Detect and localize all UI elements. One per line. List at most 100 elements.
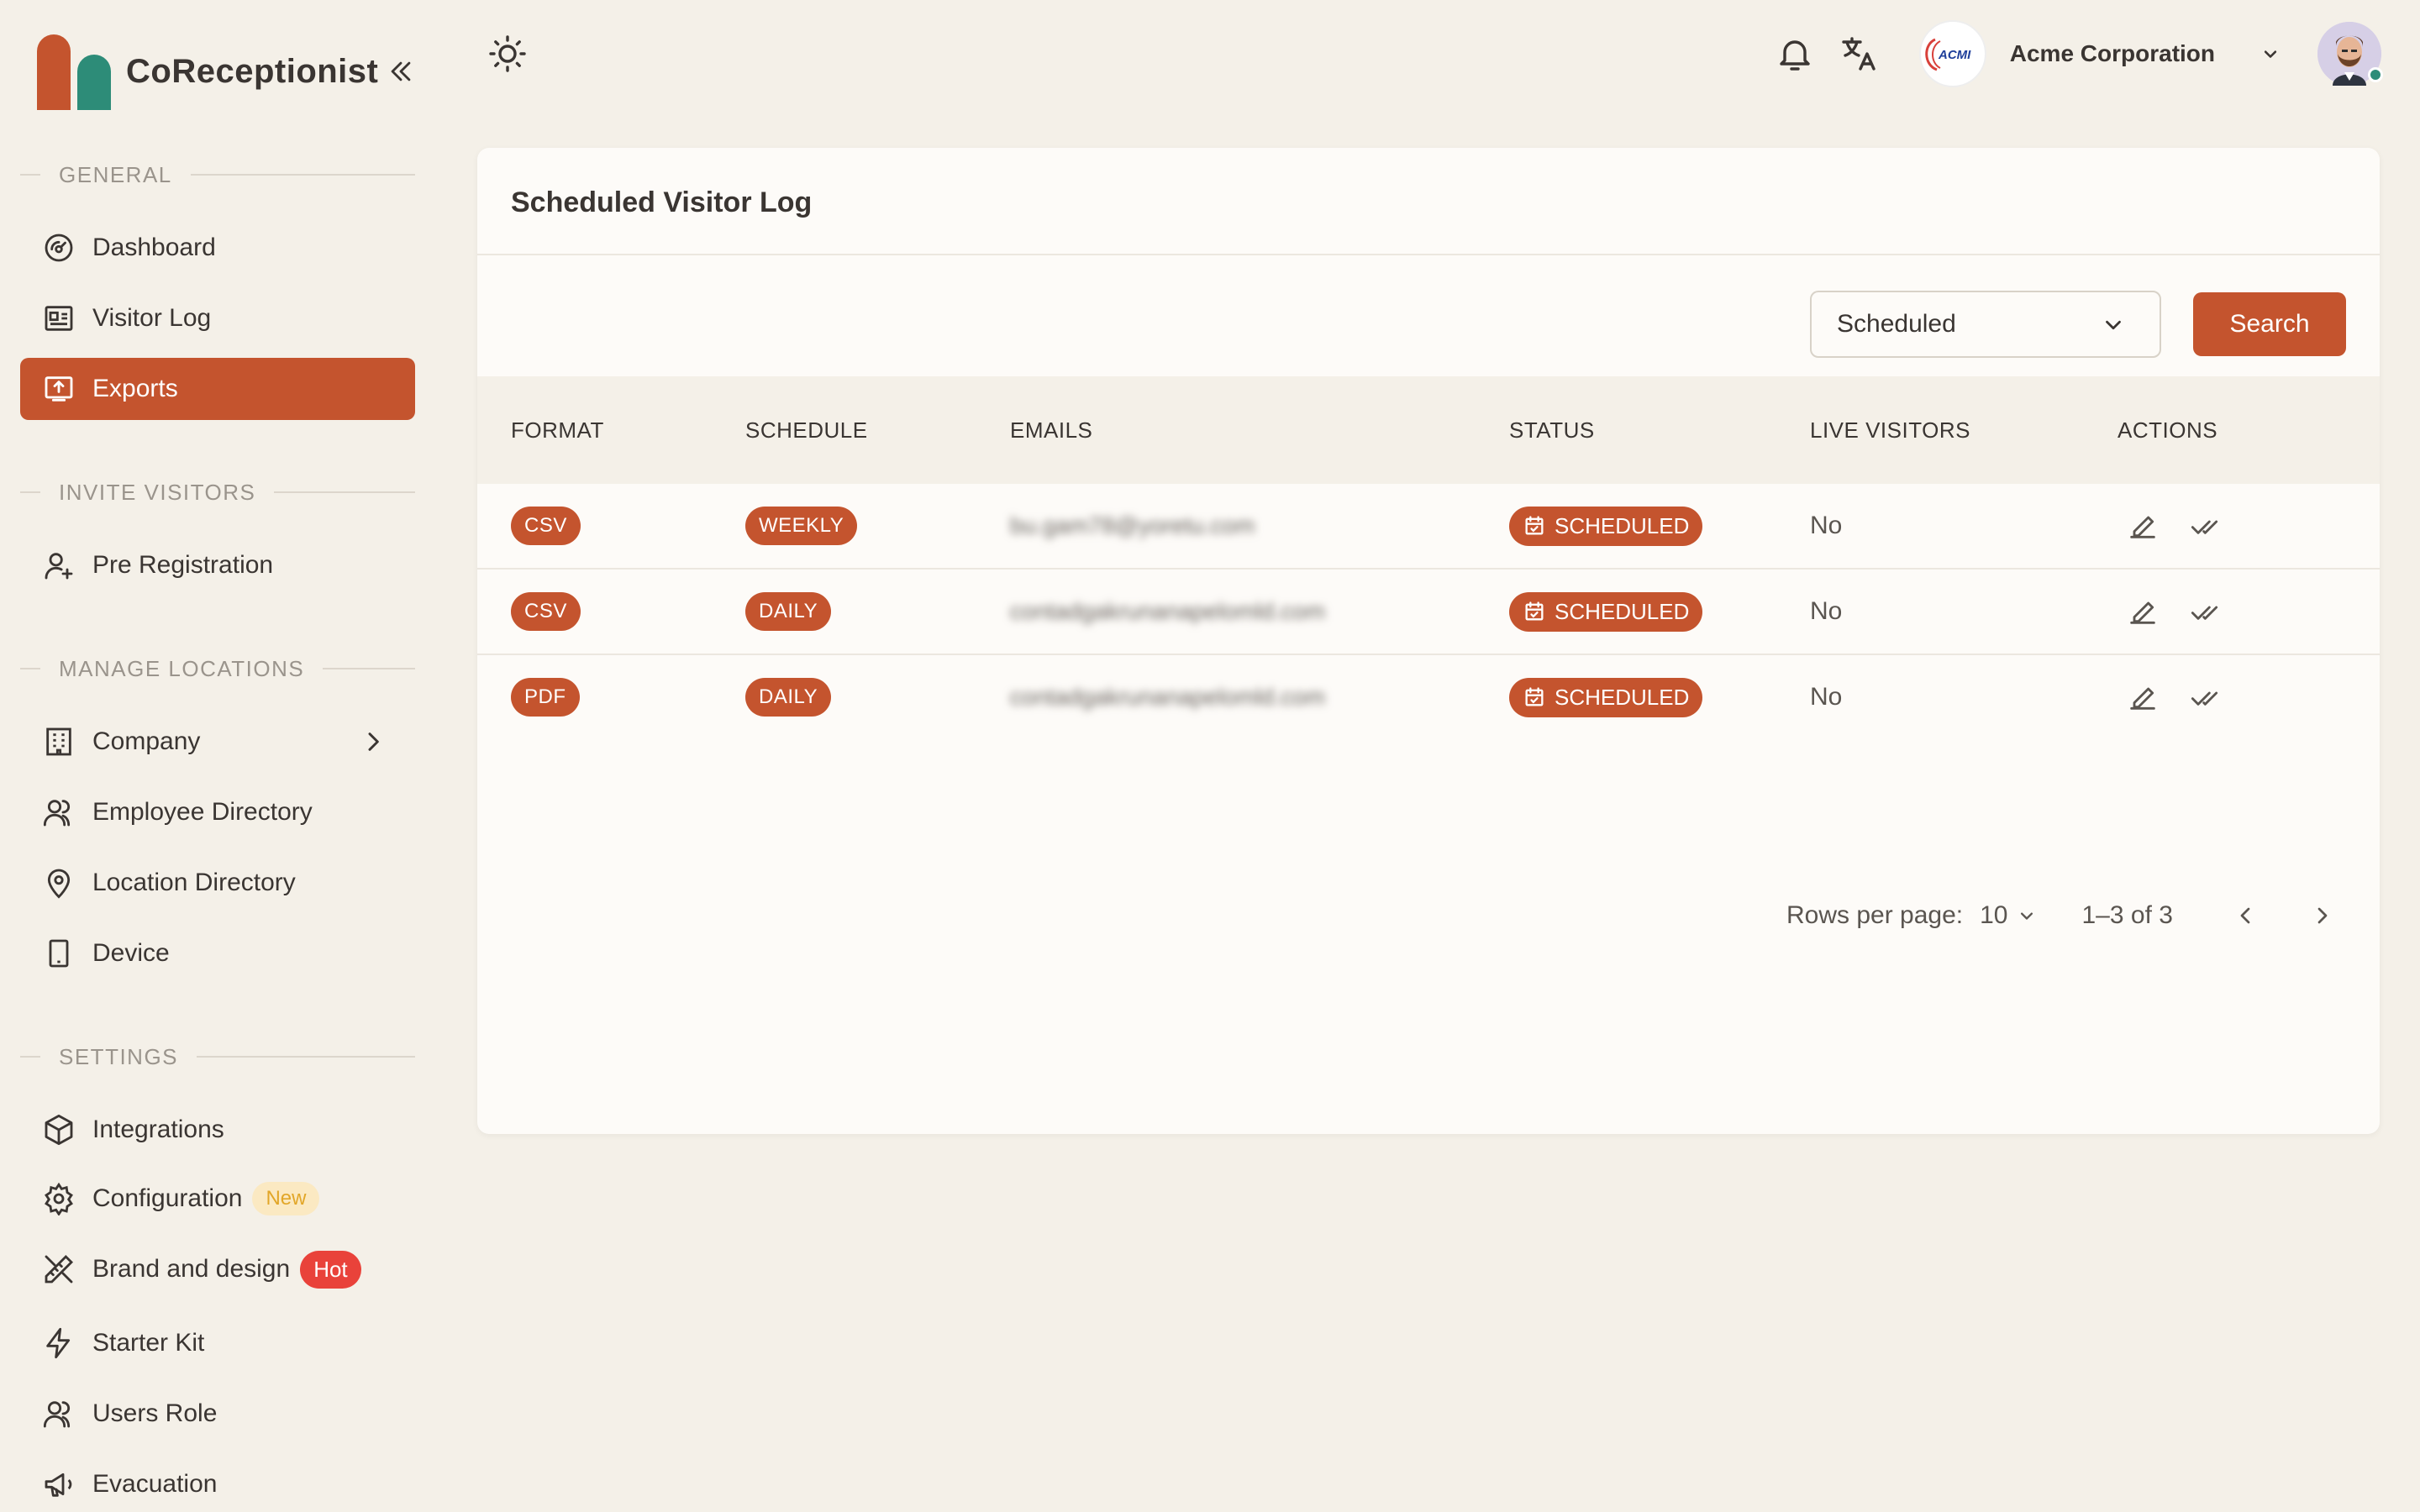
sidebar-item-exports[interactable]: Exports — [20, 358, 415, 420]
hexagon-icon — [45, 1114, 73, 1146]
status-text: SCHEDULED — [1555, 512, 1690, 538]
building-icon — [46, 727, 71, 756]
table-row: PDF DAILY contadgakrunanapelomld.com SCH… — [477, 655, 2380, 741]
chevron-right-icon[interactable] — [2309, 902, 2336, 929]
format-chip: CSV — [511, 507, 581, 545]
status-text: SCHEDULED — [1555, 598, 1690, 624]
organization-logo[interactable]: ACMI — [1918, 20, 1986, 87]
sidebar-item-pre-registration[interactable]: Pre Registration — [20, 534, 415, 596]
status-filter-value: Scheduled — [1837, 310, 1956, 338]
chevron-down-icon — [2106, 320, 2121, 330]
collapse-sidebar-icon[interactable] — [387, 57, 415, 86]
sidebar-item-label: Visitor Log — [92, 304, 212, 332]
section-settings: SETTINGS — [20, 1042, 415, 1072]
section-manage-locations: MANAGE LOCATIONS — [20, 654, 415, 684]
sidebar-item-label: Configuration — [92, 1184, 243, 1212]
bell-icon[interactable] — [1775, 34, 1815, 74]
sidebar-item-integrations[interactable]: Integrations — [20, 1099, 415, 1161]
schedule-chip: DAILY — [745, 678, 832, 717]
sidebar-item-label: Dashboard — [92, 234, 216, 261]
location-pin-icon — [47, 869, 71, 899]
brand: CoReceptionist — [37, 32, 415, 111]
table-row: CSV DAILY contadgakrunanapelomld.com SCH… — [477, 570, 2380, 655]
format-chip: CSV — [511, 592, 581, 631]
sidebar-item-starter-kit[interactable]: Starter Kit — [20, 1312, 415, 1374]
edit-pencil-icon[interactable] — [2126, 509, 2160, 543]
status-badge: SCHEDULED — [1509, 591, 1703, 632]
scheduled-visitor-log-card: Scheduled Visitor Log Scheduled Search F… — [477, 148, 2380, 1134]
format-chip: PDF — [511, 678, 580, 717]
calendar-icon — [1525, 516, 1544, 535]
online-status-dot — [2368, 67, 2383, 82]
sidebar-item-brand-and-design[interactable]: Brand and design Hot — [20, 1238, 415, 1300]
brush-ruler-icon — [45, 1254, 74, 1284]
sidebar-item-dashboard[interactable]: Dashboard — [20, 217, 415, 279]
sidebar-item-label: Starter Kit — [92, 1329, 205, 1357]
sidebar-item-evacuation[interactable]: Evacuation — [20, 1453, 415, 1512]
sidebar-item-users-role[interactable]: Users Role — [20, 1383, 415, 1445]
user-avatar[interactable] — [2317, 22, 2383, 86]
page-title: Scheduled Visitor Log — [511, 186, 813, 218]
edit-pencil-icon[interactable] — [2126, 680, 2160, 714]
table-row: CSV WEEKLY bu.gam78@yoretu.com SCHEDULED… — [477, 484, 2380, 570]
gear-icon — [45, 1182, 73, 1215]
megaphone-icon — [45, 1473, 72, 1497]
live-visitors-value: No — [1810, 597, 1843, 625]
column-header-format[interactable]: FORMAT — [511, 376, 604, 484]
lightning-icon — [46, 1327, 71, 1359]
acme-logo-icon: ACMI — [1925, 38, 1971, 71]
double-check-icon[interactable] — [2190, 595, 2223, 628]
table-header: FORMAT SCHEDULE EMAILS STATUS LIVE VISIT… — [477, 376, 2380, 484]
sidebar: CoReceptionist GENERAL Dashboard Visitor… — [0, 0, 437, 1512]
translate-icon[interactable] — [1839, 34, 1879, 74]
column-header-emails[interactable]: EMAILS — [1010, 376, 1092, 484]
exports-icon — [45, 376, 73, 402]
chevron-down-icon[interactable] — [2259, 42, 2282, 66]
status-filter-select[interactable]: Scheduled — [1810, 291, 2161, 358]
edit-pencil-icon[interactable] — [2126, 595, 2160, 628]
column-header-live-visitors[interactable]: LIVE VISITORS — [1810, 376, 1970, 484]
sidebar-item-label: Exports — [92, 375, 178, 402]
column-header-schedule[interactable]: SCHEDULE — [745, 376, 868, 484]
sidebar-item-company[interactable]: Company — [20, 711, 415, 773]
search-button[interactable]: Search — [2193, 292, 2346, 356]
hot-badge: Hot — [300, 1250, 361, 1289]
brand-logo — [37, 33, 113, 110]
double-check-icon[interactable] — [2190, 680, 2223, 714]
calendar-icon — [1525, 601, 1544, 621]
sidebar-item-label: Evacuation — [92, 1470, 218, 1498]
dashboard-gauge-icon — [45, 234, 73, 262]
status-badge: SCHEDULED — [1509, 506, 1703, 546]
column-header-status[interactable]: STATUS — [1509, 376, 1595, 484]
sidebar-item-label: Employee Directory — [92, 798, 313, 826]
sidebar-item-label: Pre Registration — [92, 551, 274, 579]
sidebar-item-employee-directory[interactable]: Employee Directory — [20, 781, 415, 843]
email-value: contadgakrunanapelomld.com — [1010, 684, 1326, 710]
brand-name: CoReceptionist — [126, 52, 379, 90]
tablet-icon — [49, 939, 69, 968]
sidebar-item-device[interactable]: Device — [20, 922, 415, 984]
schedule-chip: DAILY — [745, 592, 832, 631]
chevron-right-icon[interactable] — [360, 728, 387, 755]
double-check-icon[interactable] — [2190, 509, 2223, 543]
new-badge: New — [252, 1182, 320, 1215]
chevron-down-icon — [2020, 912, 2033, 920]
users-icon — [43, 800, 71, 827]
sidebar-item-label: Users Role — [92, 1399, 218, 1427]
sidebar-item-label: Integrations — [92, 1116, 224, 1143]
status-text: SCHEDULED — [1555, 684, 1690, 710]
sidebar-item-visitor-log[interactable]: Visitor Log — [20, 287, 415, 349]
sidebar-item-configuration[interactable]: Configuration New — [20, 1168, 415, 1230]
live-visitors-value: No — [1810, 683, 1843, 711]
chevron-left-icon[interactable] — [2232, 902, 2259, 929]
sidebar-item-label: Location Directory — [92, 869, 296, 896]
column-header-actions: ACTIONS — [2118, 417, 2218, 443]
organization-name[interactable]: Acme Corporation — [2010, 40, 2215, 67]
users-role-icon — [43, 1401, 71, 1428]
theme-toggle-sun-icon[interactable] — [487, 34, 528, 74]
sidebar-item-location-directory[interactable]: Location Directory — [20, 852, 415, 914]
topbar-actions: ACMI Acme Corporation — [1775, 20, 2383, 87]
sidebar-item-label: Company — [92, 727, 201, 755]
rows-per-page-select[interactable]: 10 — [1980, 901, 2038, 930]
divider — [477, 254, 2380, 255]
